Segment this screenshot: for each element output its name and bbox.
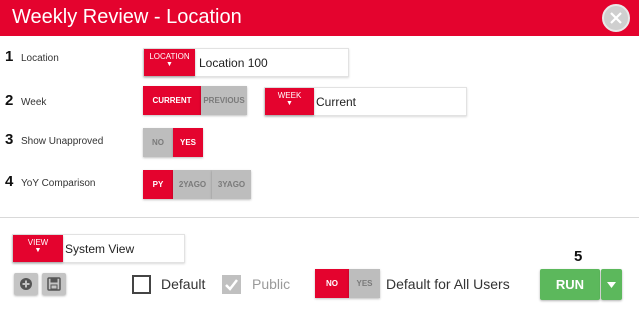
window-title: Weekly Review - Location <box>12 6 242 28</box>
unapproved-yes-option[interactable]: YES <box>173 128 203 157</box>
week-previous-option[interactable]: PREVIOUS <box>201 86 247 115</box>
all-users-yes-option[interactable]: YES <box>349 269 380 298</box>
default-checkbox[interactable] <box>132 275 151 294</box>
check-icon <box>225 279 238 291</box>
public-checkbox[interactable] <box>222 275 241 294</box>
yoy-comparison-label: YoY Comparison <box>21 178 96 189</box>
close-button[interactable] <box>602 4 630 32</box>
view-value: System View <box>65 242 135 256</box>
run-options-button[interactable] <box>601 269 622 300</box>
caret-down-icon <box>607 282 616 288</box>
location-value: Location 100 <box>199 56 268 70</box>
caret-down-icon: ▼ <box>286 100 293 107</box>
week-tag-label: WEEK <box>277 91 302 100</box>
row-number-3: 3 <box>5 131 14 148</box>
week-dropdown-button[interactable]: WEEK ▼ <box>265 88 314 115</box>
yoy-2yago-option[interactable]: 2YAGO <box>173 170 212 199</box>
location-dropdown-button[interactable]: LOCATION ▼ <box>144 49 195 76</box>
location-tag-label: LOCATION <box>149 52 190 61</box>
week-field[interactable]: WEEK ▼ Current <box>264 87 467 116</box>
save-view-button[interactable] <box>42 273 66 295</box>
view-field[interactable]: VIEW ▼ System View <box>12 234 185 263</box>
title-bar: Weekly Review - Location <box>0 0 639 36</box>
caret-down-icon: ▼ <box>34 247 42 254</box>
all-users-no-option[interactable]: NO <box>315 269 349 298</box>
section-divider <box>0 217 639 218</box>
view-dropdown-button[interactable]: VIEW ▼ <box>13 235 63 262</box>
close-icon <box>610 12 622 24</box>
add-icon <box>20 278 32 290</box>
week-label: Week <box>21 97 47 108</box>
unapproved-no-option[interactable]: NO <box>143 128 173 157</box>
location-label: Location <box>21 53 59 64</box>
row-number-1: 1 <box>5 48 14 65</box>
default-label: Default <box>161 276 206 292</box>
row-number-2: 2 <box>5 92 14 109</box>
run-button[interactable]: RUN <box>540 269 600 300</box>
week-current-option[interactable]: CURRENT <box>143 86 201 115</box>
step-number-5: 5 <box>574 248 583 265</box>
location-field[interactable]: LOCATION ▼ Location 100 <box>143 48 349 77</box>
save-icon <box>47 277 61 291</box>
caret-down-icon: ▼ <box>166 61 173 68</box>
default-for-all-users-label: Default for All Users <box>386 276 510 292</box>
public-label: Public <box>252 276 291 292</box>
yoy-3yago-option[interactable]: 3YAGO <box>212 170 251 199</box>
yoy-py-option[interactable]: PY <box>143 170 173 199</box>
week-value: Current <box>316 95 357 109</box>
row-number-4: 4 <box>5 173 14 190</box>
show-unapproved-label: Show Unapproved <box>21 136 104 147</box>
add-view-button[interactable] <box>14 273 38 295</box>
view-tag-label: VIEW <box>27 238 49 247</box>
